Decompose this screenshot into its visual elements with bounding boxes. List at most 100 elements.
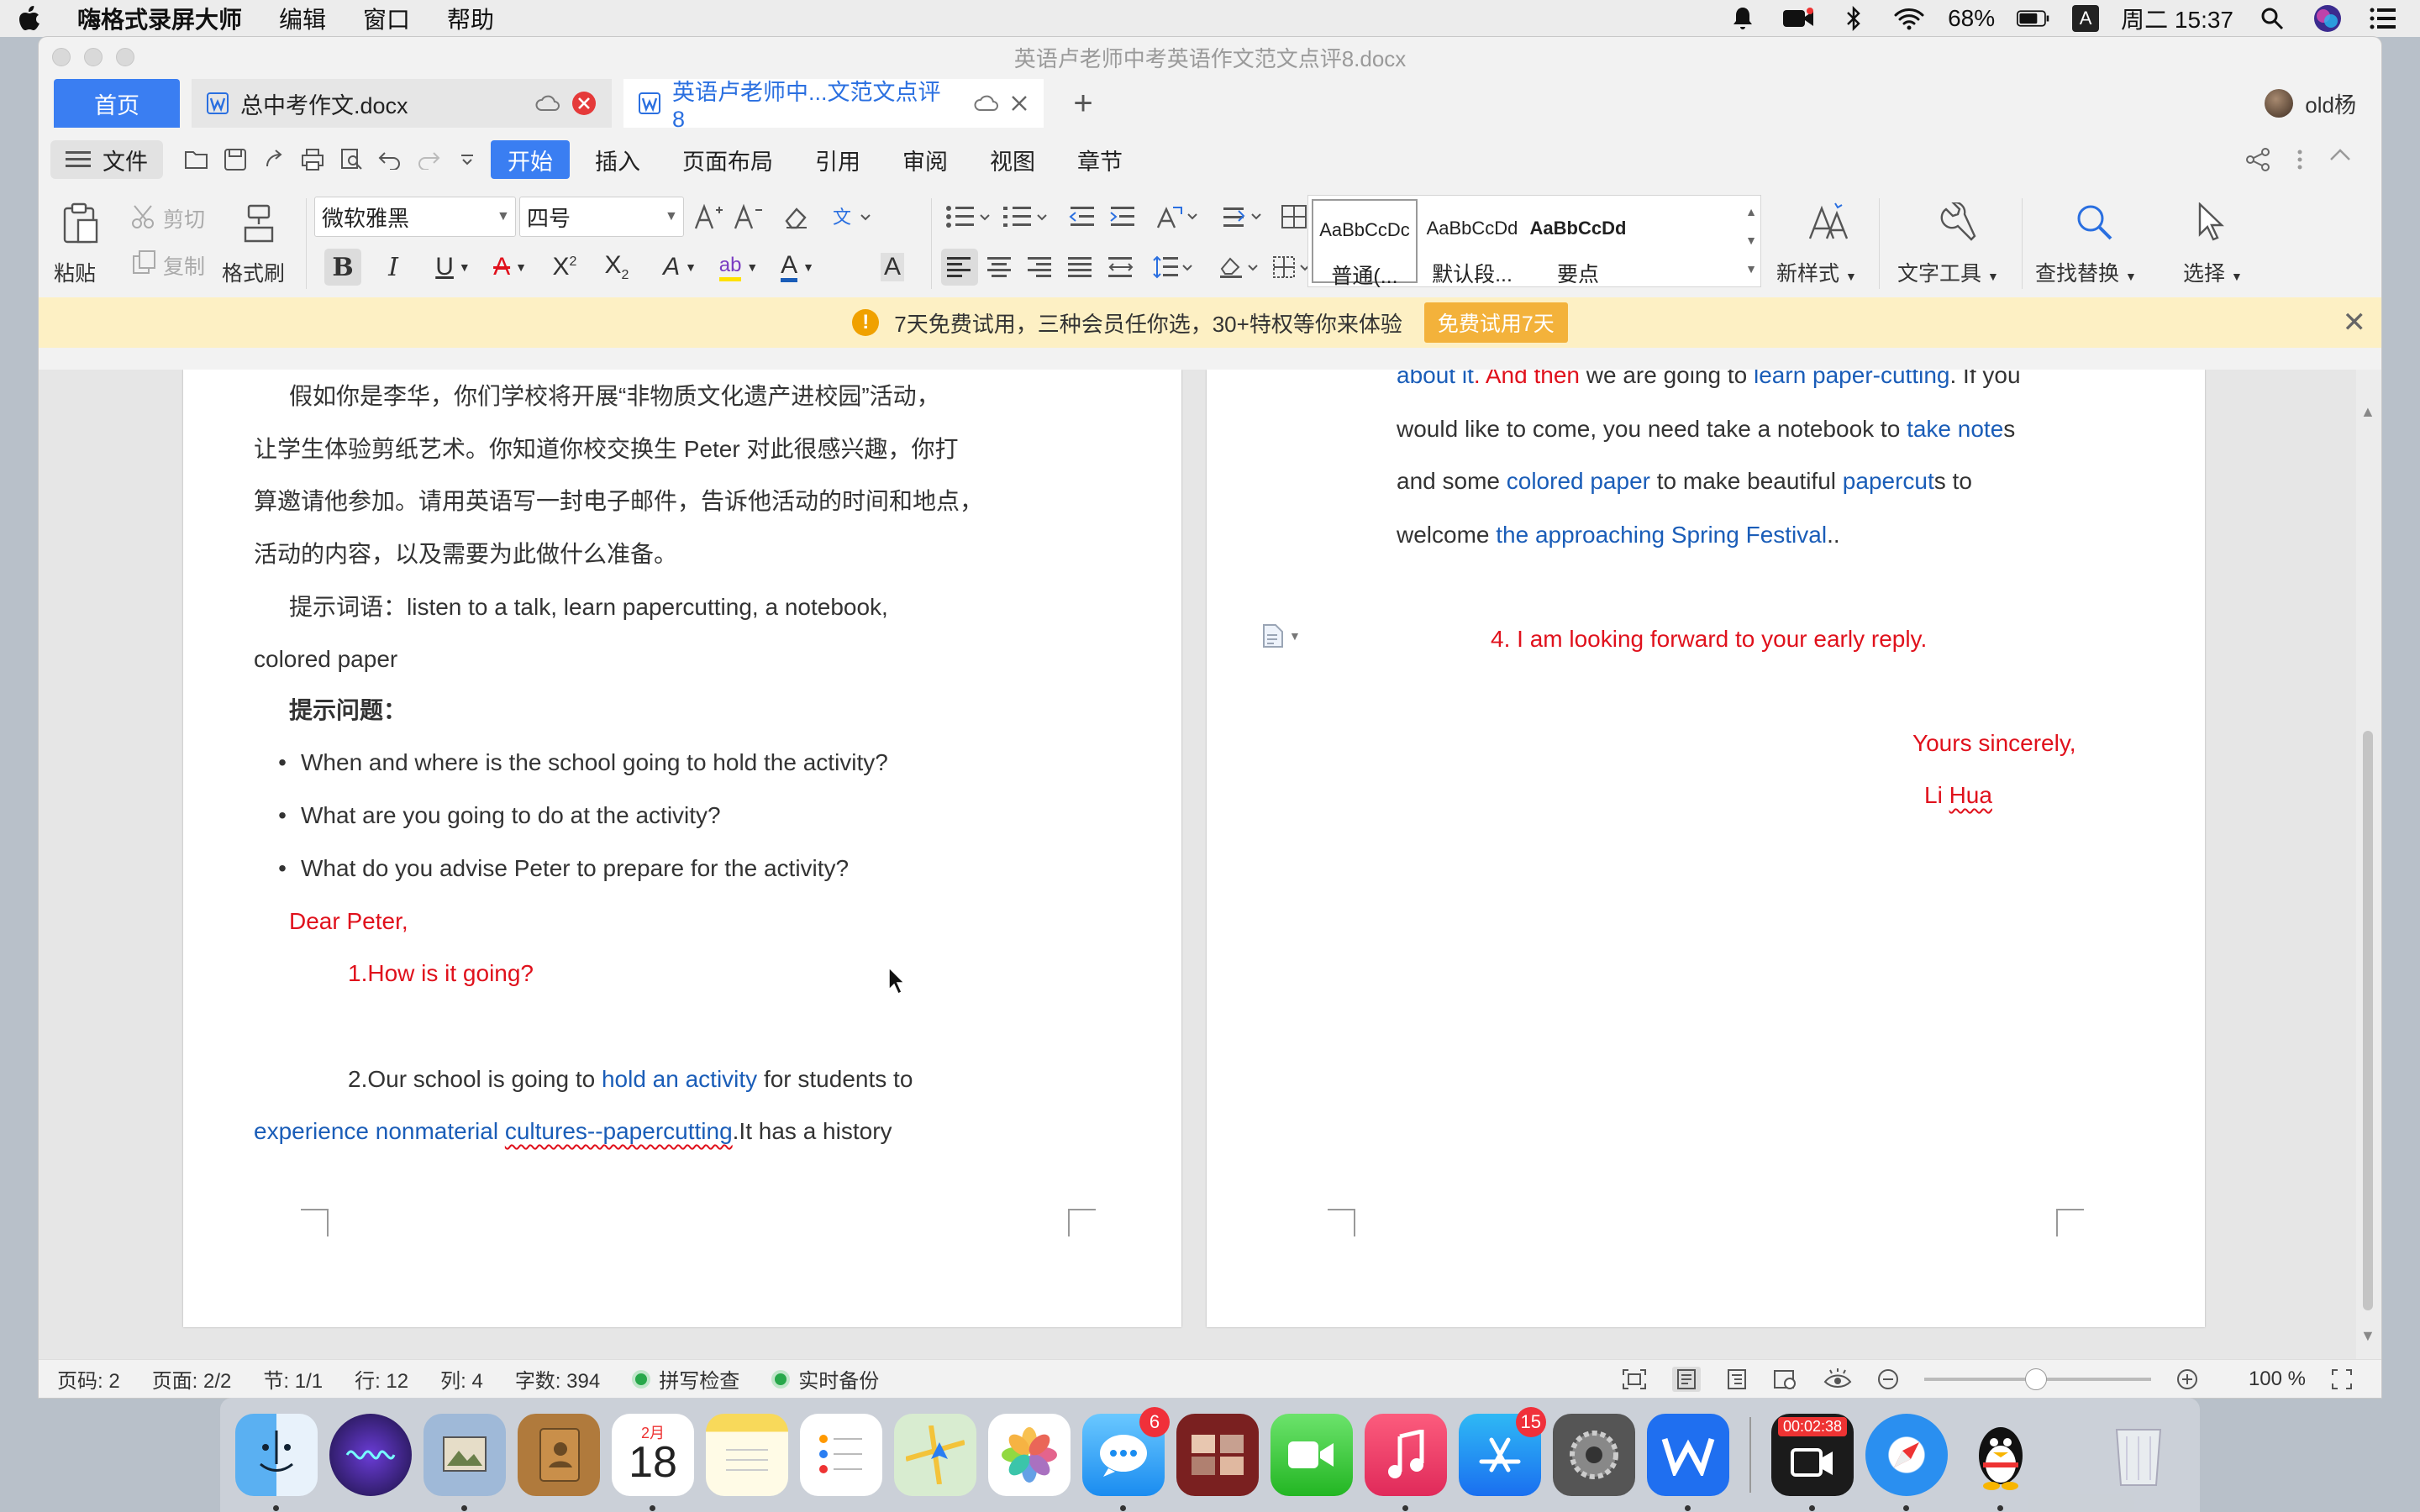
copy-icon[interactable] — [128, 245, 161, 279]
reminders-app-icon[interactable] — [800, 1414, 882, 1496]
sort-icon[interactable] — [1218, 198, 1269, 235]
document-area[interactable]: 假如你是李华，你们学校将开展“非物质文化遗产进校园”活动， 让学生体验剪纸艺术。… — [39, 370, 2381, 1359]
format-painter-icon[interactable] — [234, 198, 284, 249]
wps-office-icon[interactable] — [1647, 1414, 1729, 1511]
status-word-count[interactable]: 字数: 394 — [515, 1364, 600, 1394]
tab-close-icon[interactable] — [1010, 94, 1028, 113]
clear-format-icon[interactable] — [778, 198, 815, 235]
ribbon-tab-page-layout[interactable]: 页面布局 — [666, 140, 790, 179]
web-view-icon[interactable] — [1773, 1368, 1798, 1390]
bullet-list-icon[interactable] — [938, 198, 1002, 235]
ribbon-tab-insert[interactable]: 插入 — [578, 140, 657, 179]
save-icon[interactable] — [220, 144, 250, 175]
wifi-icon[interactable] — [1892, 2, 1926, 35]
ribbon-tab-view[interactable]: 视图 — [973, 140, 1052, 179]
document-page-2[interactable]: about it. And then we are going to learn… — [1207, 370, 2205, 1327]
minimize-window-button[interactable] — [84, 48, 103, 66]
text-direction-icon[interactable] — [1153, 198, 1203, 235]
facetime-icon[interactable] — [1270, 1414, 1353, 1496]
menu-help[interactable]: 帮助 — [429, 2, 513, 35]
italic-button[interactable]: I — [375, 249, 412, 286]
tab-document-2[interactable]: 英语卢老师中...文范文点评8 — [623, 79, 1044, 132]
increase-indent-icon[interactable] — [1104, 198, 1141, 235]
open-folder-icon[interactable] — [182, 144, 212, 175]
full-screen-view-icon[interactable] — [1622, 1368, 1647, 1390]
status-section[interactable]: 节: 1/1 — [263, 1364, 323, 1394]
redo-icon[interactable] — [413, 144, 444, 175]
fit-window-icon[interactable] — [2331, 1368, 2353, 1390]
new-style-icon[interactable] — [1795, 197, 1862, 247]
qq-penguin-icon[interactable] — [1960, 1414, 2042, 1511]
print-preview-icon[interactable] — [336, 144, 366, 175]
paste-label[interactable]: 粘贴 — [54, 257, 96, 287]
zoom-slider-knob[interactable] — [2024, 1368, 2047, 1390]
ribbon-tab-chapter[interactable]: 章节 — [1060, 140, 1139, 179]
notes-app-icon[interactable] — [706, 1414, 788, 1496]
menu-window[interactable]: 窗口 — [345, 2, 429, 35]
trash-icon[interactable] — [2097, 1414, 2180, 1496]
scroll-up-arrow-icon[interactable]: ▲ — [2360, 403, 2375, 421]
video-camera-icon[interactable] — [1781, 2, 1815, 35]
siri-icon[interactable] — [2311, 2, 2344, 35]
photos-app-icon[interactable] — [988, 1414, 1071, 1496]
char-shading-button[interactable]: A — [874, 249, 911, 286]
text-effect-button[interactable]: A ▼ — [652, 249, 708, 286]
zoom-out-icon[interactable] — [1877, 1368, 1899, 1390]
tab-home[interactable]: 首页 — [54, 79, 180, 128]
contacts-book-icon[interactable] — [518, 1414, 600, 1496]
spell-check-toggle[interactable]: 拼写检查 — [632, 1364, 739, 1394]
finder-icon[interactable] — [235, 1414, 318, 1511]
highlight-button[interactable]: ab ▼ — [711, 249, 766, 286]
decrease-indent-icon[interactable] — [1064, 198, 1101, 235]
zoom-in-icon[interactable] — [2176, 1368, 2198, 1390]
bold-button[interactable]: B — [324, 249, 361, 286]
font-name-select[interactable]: 微软雅黑 ▼ — [314, 197, 516, 237]
calendar-app-icon[interactable]: 2月 18 — [612, 1414, 694, 1511]
close-window-button[interactable] — [52, 48, 71, 66]
user-account[interactable]: old杨 — [2265, 88, 2356, 119]
select-label[interactable]: 选择 ▼ — [2183, 257, 2243, 287]
style-scroll-arrows[interactable]: ▲ ▼ ▼ — [1745, 197, 1757, 283]
screen-recorder-icon[interactable]: 00:02:38 — [1771, 1414, 1854, 1511]
export-icon[interactable] — [259, 144, 289, 175]
line-spacing-button[interactable] — [1150, 249, 1200, 286]
superscript-button[interactable]: X2 — [546, 249, 583, 286]
zoom-slider[interactable] — [1923, 1368, 2151, 1390]
new-style-label[interactable]: 新样式 ▼ — [1776, 257, 1857, 287]
align-left-button[interactable] — [941, 249, 978, 286]
style-default-paragraph[interactable]: AaBbCcDd 默认段... — [1419, 199, 1525, 286]
undo-icon[interactable] — [375, 144, 405, 175]
maps-app-icon[interactable] — [894, 1414, 976, 1496]
style-normal[interactable]: AaBbCcDc 普通(... — [1312, 199, 1418, 288]
app-menu[interactable]: 嗨格式录屏大师 — [59, 2, 260, 35]
style-key-points[interactable]: AaBbCcDd 要点 — [1525, 199, 1631, 286]
menu-edit[interactable]: 编辑 — [260, 2, 345, 35]
status-pages[interactable]: 页面: 2/2 — [152, 1364, 232, 1394]
underline-button[interactable]: U ▼ — [425, 249, 481, 286]
ribbon-tab-references[interactable]: 引用 — [798, 140, 877, 179]
page-view-icon[interactable] — [1671, 1366, 1701, 1392]
numbered-list-icon[interactable] — [995, 198, 1059, 235]
increase-font-icon[interactable] — [690, 198, 727, 235]
status-page-number[interactable]: 页码: 2 — [57, 1364, 120, 1394]
align-center-button[interactable] — [981, 249, 1018, 286]
zoom-level[interactable]: 100 % — [2249, 1368, 2306, 1391]
font-color-button[interactable]: A ▼ — [770, 249, 825, 286]
find-replace-magnifier-icon[interactable] — [2069, 197, 2119, 247]
control-list-icon[interactable] — [2366, 2, 2400, 35]
tab-document-1[interactable]: 总中考作文.docx — [192, 79, 612, 128]
shading-button[interactable] — [1215, 249, 1265, 286]
input-method-icon[interactable]: A — [2072, 5, 2100, 32]
photo-booth-icon[interactable] — [1176, 1414, 1259, 1496]
more-options-icon[interactable] — [2296, 147, 2304, 172]
collapse-ribbon-icon[interactable] — [2329, 147, 2351, 172]
vertical-scrollbar[interactable]: ▲ ▼ — [2356, 370, 2381, 1359]
customize-dropdown-icon[interactable] — [452, 144, 482, 175]
battery-icon[interactable] — [2017, 2, 2050, 35]
scrollbar-thumb[interactable] — [2363, 731, 2373, 1310]
messages-app-icon[interactable]: 6 — [1082, 1407, 1170, 1511]
subscript-button[interactable]: X2 — [598, 249, 635, 286]
align-right-button[interactable] — [1022, 249, 1059, 286]
clock[interactable]: 周二 15:37 — [2121, 2, 2233, 35]
free-trial-button[interactable]: 免费试用7天 — [1423, 302, 1568, 343]
